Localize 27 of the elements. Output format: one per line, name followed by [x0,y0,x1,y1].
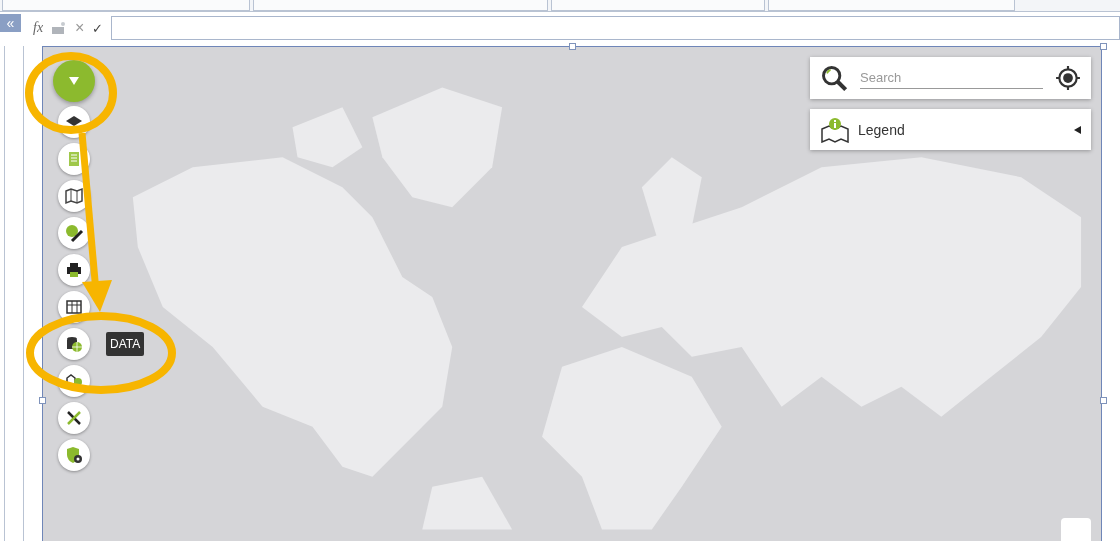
resize-handle[interactable] [1100,397,1107,404]
formula-input-field[interactable] [111,16,1120,40]
menu-toggle-button[interactable] [53,60,95,102]
print-icon [64,260,84,280]
table-icon [64,297,84,317]
edit-globe-icon [64,223,84,243]
search-icon [820,64,848,92]
legend-map-icon [820,116,850,143]
map-tool-button[interactable] [58,402,90,434]
map-icon [64,186,84,206]
function-button[interactable]: fx [33,20,44,36]
confirm-button[interactable]: ✓ [92,20,104,36]
caret-icon [68,76,80,86]
map-tool-button[interactable] [58,217,90,249]
caret-icon [1073,124,1081,135]
resize-handle[interactable] [39,397,46,404]
search-bar[interactable]: Search [810,57,1091,99]
security-icon [64,445,84,465]
legend-toggle[interactable]: Legend [810,109,1091,150]
resize-handle[interactable] [1100,43,1107,50]
tooltip: DATA [106,332,145,356]
locate-icon[interactable] [1055,65,1081,91]
data-icon [64,334,84,354]
map-tool-button[interactable] [58,439,90,471]
resize-handle[interactable] [569,43,576,50]
map-tool-button[interactable] [58,254,90,286]
insert-icon[interactable] [51,21,68,35]
